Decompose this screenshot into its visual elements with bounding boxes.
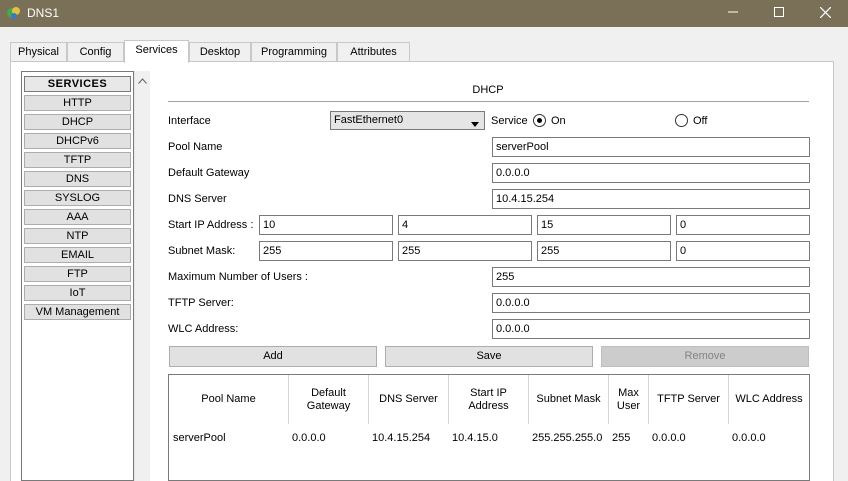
title-bar: DNS1 — [0, 0, 848, 27]
column-header-default-gateway: Default Gateway — [289, 375, 369, 424]
subnet-mask-label: Subnet Mask: — [168, 245, 236, 257]
close-button[interactable] — [802, 0, 848, 27]
start-ip-octet-1[interactable] — [259, 215, 393, 235]
column-header-tftp-server: TFTP Server — [649, 375, 729, 424]
services-header: SERVICES — [24, 76, 131, 92]
max-users-label: Maximum Number of Users : — [168, 271, 308, 283]
subnet-mask-octet-3[interactable] — [537, 241, 671, 261]
dns-server-label: DNS Server — [168, 193, 227, 205]
pool-table: Pool Name Default Gateway DNS Server Sta… — [168, 374, 810, 481]
tab-attributes[interactable]: Attributes — [337, 42, 410, 62]
column-header-max-user: Max User — [609, 375, 649, 424]
app-icon — [6, 5, 22, 21]
table-cell: serverPool — [173, 432, 226, 444]
tab-services[interactable]: Services — [124, 40, 189, 63]
sidebar-item-aaa[interactable]: AAA — [24, 209, 131, 225]
service-on-radio[interactable] — [533, 114, 546, 127]
start-ip-octet-2[interactable] — [398, 215, 532, 235]
tab-physical[interactable]: Physical — [10, 42, 67, 62]
service-label: Service — [491, 115, 528, 127]
maximize-icon — [774, 7, 784, 20]
add-button[interactable]: Add — [169, 346, 377, 367]
sidebar-item-iot[interactable]: IoT — [24, 285, 131, 301]
sidebar-item-dns[interactable]: DNS — [24, 171, 131, 187]
divider — [168, 101, 809, 102]
column-header-wlc-address: WLC Address — [735, 393, 803, 405]
window-title: DNS1 — [27, 6, 60, 20]
table-cell: 0.0.0.0 — [652, 432, 686, 444]
tab-programming[interactable]: Programming — [251, 42, 337, 62]
column-header-start-ip: Start IP Address — [449, 375, 529, 424]
sidebar-item-ftp[interactable]: FTP — [24, 266, 131, 282]
services-scrollbar[interactable] — [134, 71, 150, 481]
subnet-mask-octet-1[interactable] — [259, 241, 393, 261]
sidebar-item-vm-management[interactable]: VM Management — [24, 304, 131, 320]
chevron-down-icon — [471, 118, 479, 130]
interface-label: Interface — [168, 115, 211, 127]
close-icon — [819, 6, 831, 21]
pool-name-label: Pool Name — [168, 141, 223, 153]
wlc-address-label: WLC Address: — [168, 323, 239, 335]
tftp-server-label: TFTP Server: — [168, 297, 234, 309]
start-ip-octet-3[interactable] — [537, 215, 671, 235]
column-header-dns-server: DNS Server — [369, 375, 449, 424]
table-cell: 255 — [612, 432, 631, 444]
interface-value: FastEthernet0 — [334, 114, 404, 126]
save-button[interactable]: Save — [385, 346, 593, 367]
services-list: SERVICES HTTP DHCP DHCPv6 TFTP DNS SYSLO… — [21, 71, 134, 481]
sidebar-item-syslog[interactable]: SYSLOG — [24, 190, 131, 206]
dns-server-input[interactable] — [492, 189, 810, 209]
service-on-label: On — [551, 115, 566, 127]
table-cell: 0.0.0.0 — [732, 432, 766, 444]
maximize-button[interactable] — [756, 0, 802, 27]
tab-config[interactable]: Config — [67, 42, 124, 62]
sidebar-item-email[interactable]: EMAIL — [24, 247, 131, 263]
sidebar-item-dhcpv6[interactable]: DHCPv6 — [24, 133, 131, 149]
default-gateway-input[interactable] — [492, 163, 810, 183]
section-title: DHCP — [472, 84, 504, 96]
scroll-up-icon[interactable] — [138, 75, 147, 87]
tftp-server-input[interactable] — [492, 293, 810, 313]
subnet-mask-octet-4[interactable] — [676, 241, 810, 261]
sidebar-item-dhcp[interactable]: DHCP — [24, 114, 131, 130]
sidebar-item-http[interactable]: HTTP — [24, 95, 131, 111]
table-cell: 255.255.255.0 — [532, 432, 603, 444]
pool-name-input[interactable] — [492, 137, 810, 157]
table-cell: 10.4.15.254 — [372, 432, 431, 444]
interface-select[interactable]: FastEthernet0 — [330, 111, 485, 130]
table-cell: 0.0.0.0 — [292, 432, 326, 444]
minimize-icon — [728, 7, 738, 20]
radio-selected-dot — [537, 118, 542, 123]
start-ip-label: Start IP Address : — [168, 219, 254, 231]
wlc-address-input[interactable] — [492, 319, 810, 339]
table-cell: 10.4.15.0 — [452, 432, 498, 444]
column-header-pool-name: Pool Name — [169, 375, 289, 424]
start-ip-octet-4[interactable] — [676, 215, 810, 235]
sidebar-item-ntp[interactable]: NTP — [24, 228, 131, 244]
sidebar-item-tftp[interactable]: TFTP — [24, 152, 131, 168]
column-header-subnet-mask: Subnet Mask — [529, 375, 609, 424]
minimize-button[interactable] — [710, 0, 756, 27]
tab-desktop[interactable]: Desktop — [189, 42, 251, 62]
service-off-label: Off — [693, 115, 708, 127]
remove-button[interactable]: Remove — [601, 346, 809, 367]
max-users-input[interactable] — [492, 267, 810, 287]
default-gateway-label: Default Gateway — [168, 167, 250, 179]
service-off-radio[interactable] — [675, 114, 688, 127]
subnet-mask-octet-2[interactable] — [398, 241, 532, 261]
